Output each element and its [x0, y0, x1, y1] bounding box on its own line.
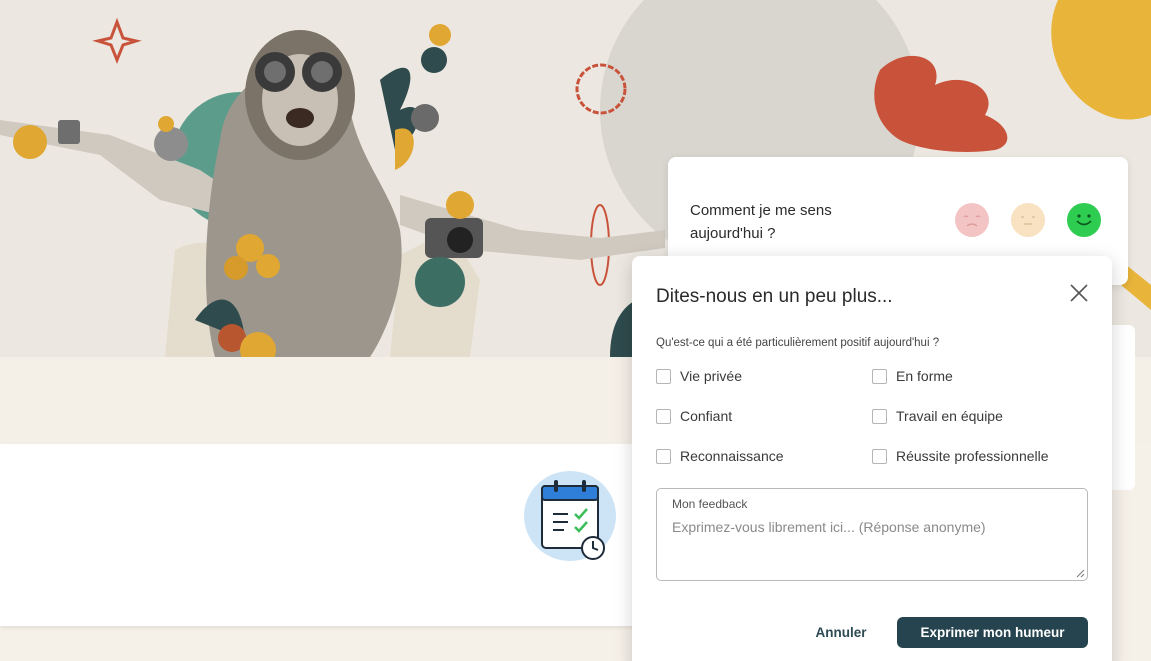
sad-face-icon[interactable]	[954, 202, 990, 238]
neutral-face-icon[interactable]	[1010, 202, 1046, 238]
close-icon[interactable]	[1068, 282, 1090, 304]
option-label: En forme	[896, 368, 953, 384]
checkbox[interactable]	[656, 368, 671, 384]
option-en-forme[interactable]: En forme	[872, 368, 953, 384]
positive-question: Qu'est-ce qui a été particulièrement pos…	[656, 337, 940, 349]
option-confiant[interactable]: Confiant	[656, 408, 732, 424]
option-reconnaissance[interactable]: Reconnaissance	[656, 448, 784, 464]
option-travail-en-equipe[interactable]: Travail en équipe	[872, 408, 1003, 424]
mood-details-modal: Dites-nous en un peu plus... Qu'est-ce q…	[632, 256, 1112, 661]
checkbox[interactable]	[872, 448, 887, 464]
happy-face-icon[interactable]	[1066, 202, 1102, 238]
modal-title: Dites-nous en un peu plus...	[656, 286, 893, 307]
submit-mood-button[interactable]: Exprimer mon humeur	[897, 617, 1088, 648]
option-label: Vie privée	[680, 368, 743, 384]
cancel-button[interactable]: Annuler	[804, 618, 878, 646]
resize-handle-icon[interactable]	[1076, 569, 1085, 578]
option-reussite-professionnelle[interactable]: Réussite professionnelle	[872, 448, 1049, 464]
feedback-field[interactable]: Mon feedback	[656, 488, 1088, 581]
option-label: Travail en équipe	[896, 408, 1003, 424]
checkbox[interactable]	[656, 448, 671, 464]
feedback-label: Mon feedback	[672, 497, 748, 511]
feedback-input[interactable]	[672, 519, 1072, 573]
checkbox[interactable]	[872, 408, 887, 424]
option-label: Confiant	[680, 408, 733, 424]
mood-question: Comment je me sens aujourd'hui ?	[690, 202, 832, 242]
checkbox[interactable]	[656, 408, 671, 424]
calendar-checklist-icon	[524, 470, 618, 569]
checkbox[interactable]	[872, 368, 887, 384]
option-label: Réussite professionnelle	[896, 448, 1049, 464]
option-vie-privee[interactable]: Vie privée	[656, 368, 742, 384]
option-label: Reconnaissance	[680, 448, 784, 464]
